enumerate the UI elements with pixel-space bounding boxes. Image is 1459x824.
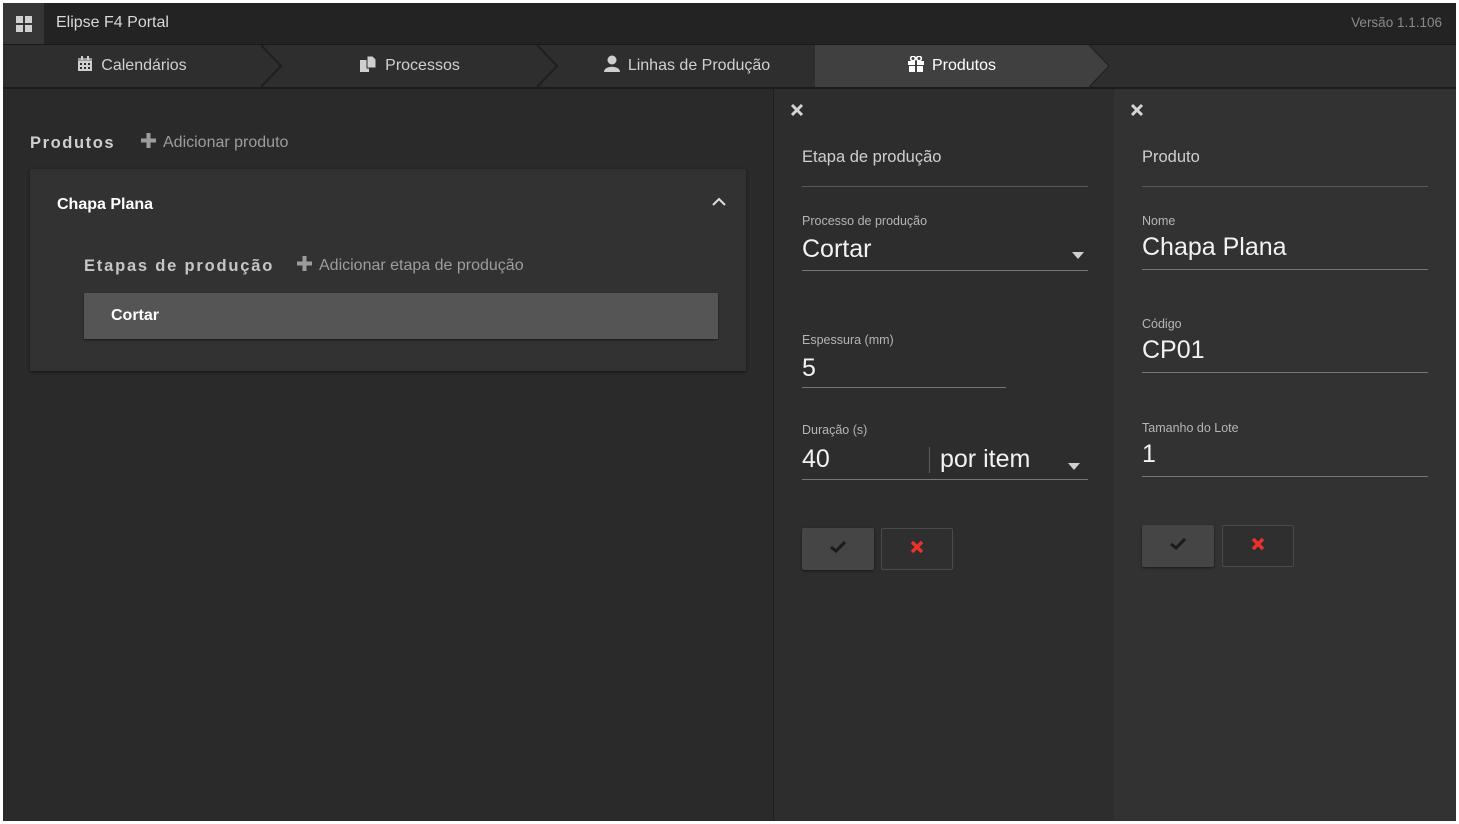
duration-value: 40 [802, 445, 830, 473]
confirm-product-button[interactable] [1142, 525, 1214, 567]
tab-calendarios[interactable]: Calendários [3, 45, 261, 87]
gift-icon [907, 54, 924, 77]
batch-input[interactable]: 1 [1142, 438, 1428, 478]
list-item[interactable]: Cortar [84, 293, 718, 339]
tab-separator [1089, 45, 1110, 87]
duration-label: Duração (s) [802, 423, 868, 437]
product-panel-heading: Produto [1142, 148, 1200, 166]
tab-processos[interactable]: Processos [283, 45, 537, 87]
field-underline [802, 270, 1088, 271]
field-underline [802, 387, 1006, 388]
process-label: Processo de produção [802, 214, 928, 228]
cancel-product-button[interactable] [1222, 525, 1294, 567]
tab-label: Linhas de Produção [627, 57, 771, 74]
thickness-label: Espessura (mm) [802, 333, 894, 347]
documents-icon [360, 55, 377, 77]
chevron-up-icon[interactable] [712, 193, 726, 211]
cancel-step-button[interactable] [881, 528, 953, 570]
check-icon [1170, 537, 1187, 555]
app-window: Elipse F4 Portal Versão 1.1.106 Calendár… [3, 3, 1456, 821]
confirm-step-button[interactable] [802, 528, 874, 570]
batch-value: 1 [1142, 440, 1156, 468]
product-name[interactable]: Chapa Plana [57, 196, 153, 214]
caret-down-icon [1072, 246, 1084, 264]
calendar-icon [77, 55, 93, 77]
steps-title: Etapas de produção [84, 257, 275, 275]
check-icon [830, 540, 847, 558]
code-label: Código [1142, 317, 1182, 331]
name-input[interactable]: Chapa Plana [1142, 231, 1428, 271]
step-label: Cortar [111, 307, 160, 324]
caret-down-icon [1068, 457, 1080, 475]
field-underline [1142, 476, 1428, 477]
field-underline [802, 479, 1088, 480]
duration-input[interactable]: 40 [802, 441, 926, 481]
plus-icon [297, 256, 312, 276]
code-input[interactable]: CP01 [1142, 334, 1428, 374]
close-icon[interactable] [1130, 103, 1144, 122]
thickness-value: 5 [802, 354, 816, 382]
divider [1142, 186, 1428, 187]
add-product-button[interactable]: Adicionar produto [141, 133, 288, 153]
version-label: Versão 1.1.106 [1351, 15, 1442, 30]
add-step-button[interactable]: Adicionar etapa de produção [297, 256, 524, 276]
name-label: Nome [1142, 214, 1176, 228]
close-icon[interactable] [790, 103, 804, 122]
process-select[interactable]: Cortar [802, 232, 1088, 272]
tab-separator [537, 45, 559, 87]
name-value: Chapa Plana [1142, 233, 1287, 261]
products-title: Produtos [30, 134, 116, 152]
field-underline [1142, 269, 1428, 270]
tab-label: Produtos [931, 57, 997, 74]
tab-label: Calendários [101, 57, 187, 74]
close-icon [1251, 537, 1265, 556]
duration-unit-select[interactable]: por item [940, 441, 1088, 481]
field-underline [1142, 372, 1428, 373]
process-value: Cortar [802, 235, 872, 263]
field-divider [929, 447, 930, 473]
product-card: Chapa Plana Etapas de produção Adicionar… [30, 169, 746, 371]
user-icon [603, 55, 620, 77]
app-title: Elipse F4 Portal [56, 14, 169, 31]
tab-separator [261, 45, 283, 87]
tab-bar: Calendários Processos Linhas de Produção… [3, 45, 1456, 89]
batch-label: Tamanho do Lote [1142, 421, 1239, 435]
close-icon [910, 540, 924, 559]
code-value: CP01 [1142, 336, 1205, 364]
tab-label: Processos [385, 57, 460, 74]
step-panel: Etapa de produção Processo de produção C… [773, 89, 1114, 821]
title-bar: Elipse F4 Portal Versão 1.1.106 [3, 3, 1456, 45]
duration-unit-value: por item [940, 445, 1031, 473]
add-step-label: Adicionar etapa de produção [319, 257, 524, 274]
plus-icon [141, 133, 156, 153]
product-panel: Produto Nome Chapa Plana Código CP01 Tam… [1114, 89, 1456, 821]
tab-produtos[interactable]: Produtos [815, 45, 1089, 87]
grid-icon[interactable] [3, 3, 44, 44]
thickness-input[interactable]: 5 [802, 351, 1006, 389]
step-panel-heading: Etapa de produção [802, 148, 942, 166]
divider [802, 186, 1088, 187]
add-product-label: Adicionar produto [163, 134, 289, 151]
tab-linhas-de-producao[interactable]: Linhas de Produção [559, 45, 815, 87]
